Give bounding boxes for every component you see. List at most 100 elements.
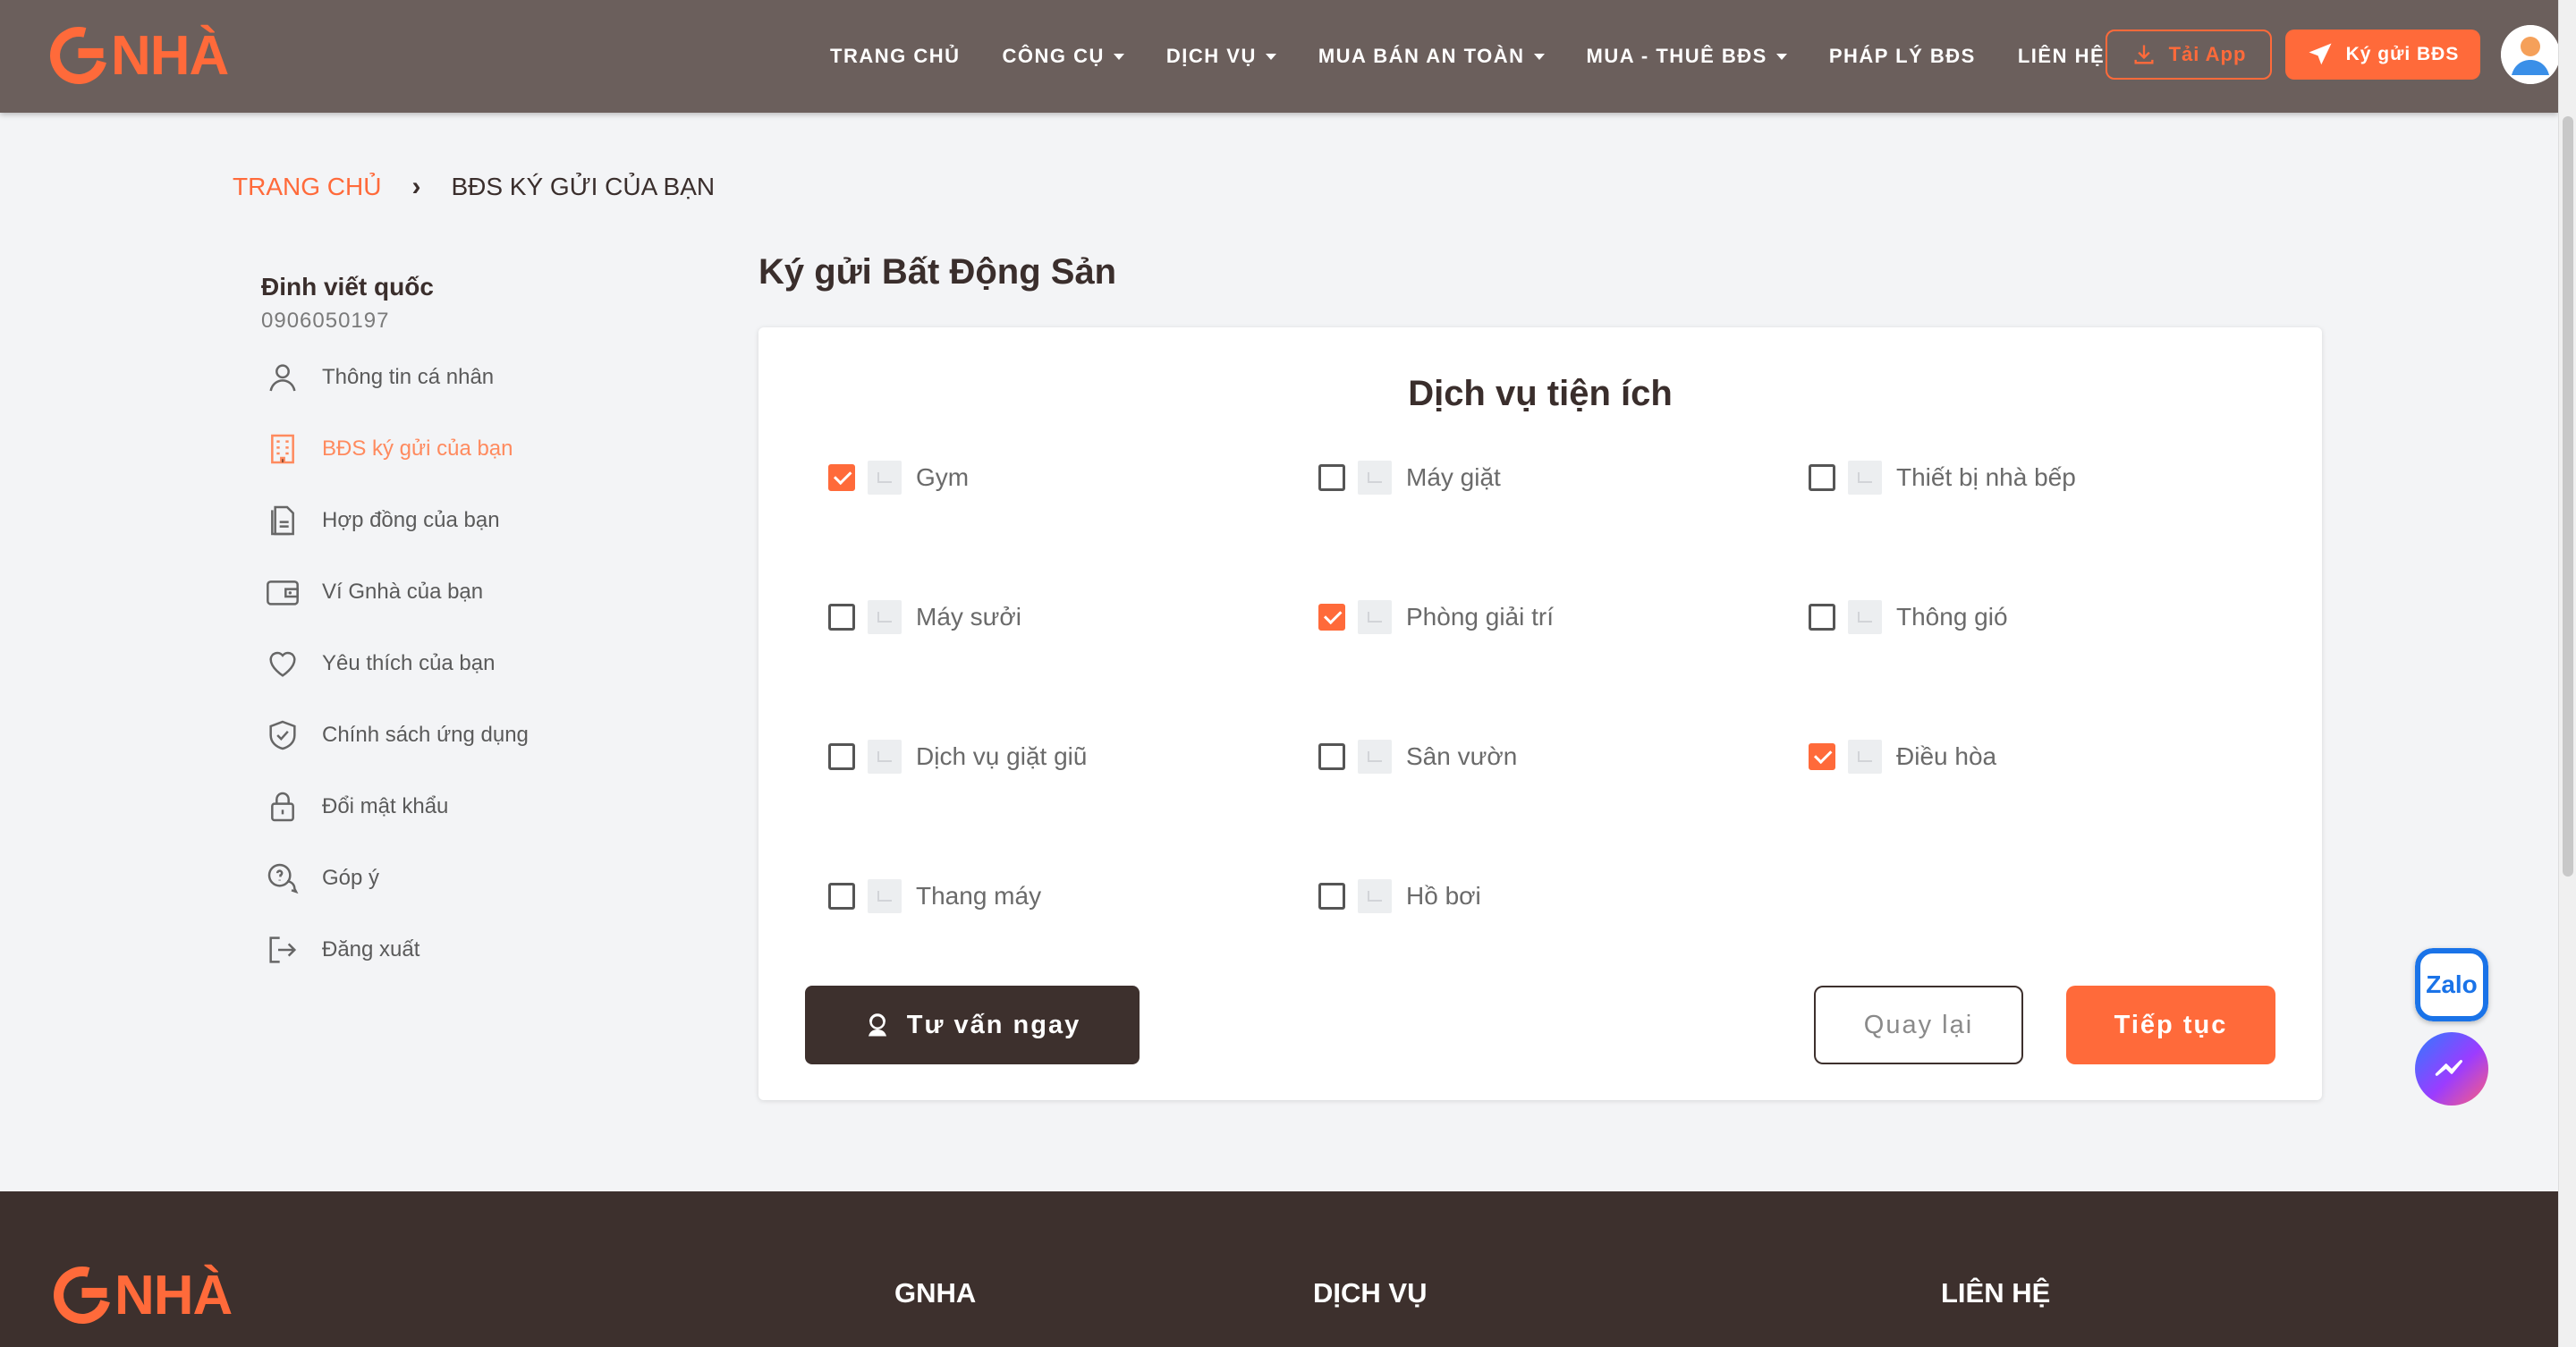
amenity-checkbox[interactable] [1318, 743, 1345, 770]
amenity-ventilation[interactable]: Thông gió [1809, 599, 2008, 635]
messenger-icon [2435, 1060, 2462, 1076]
sidebar-item-contracts[interactable]: Hợp đồng của bạn [261, 497, 500, 544]
send-icon [2309, 43, 2332, 65]
amenity-pool[interactable]: Hồ bơi [1318, 878, 1481, 914]
amenity-label: Sân vườn [1406, 742, 1518, 770]
caret-down-icon [1265, 53, 1276, 60]
image-placeholder-icon [1358, 600, 1392, 634]
amenity-label: Máy giặt [1406, 463, 1501, 491]
breadcrumb: TRANG CHỦ › BĐS KÝ GỬI CỦA BẠN [233, 172, 715, 202]
sidebar-item-profile[interactable]: Thông tin cá nhân [261, 354, 494, 401]
amenity-checkbox[interactable] [1809, 604, 1835, 631]
gnha-logo[interactable]: NHÀ [39, 16, 229, 95]
nav-safe-trade[interactable]: MUA BÁN AN TOÀN [1318, 45, 1545, 68]
nav-legal[interactable]: PHÁP LÝ BĐS [1829, 45, 1976, 68]
sidebar-item-wallet[interactable]: Ví Gnhà của bạn [261, 569, 483, 615]
amenity-laundry-service[interactable]: Dịch vụ giặt giũ [828, 739, 1087, 775]
user-name: Đinh viết quốc [261, 273, 434, 301]
sidebar-item-consigned[interactable]: BĐS ký gửi của bạn [261, 426, 513, 472]
amenity-checkbox[interactable] [828, 743, 855, 770]
nav-home[interactable]: TRANG CHỦ [830, 45, 961, 68]
amenity-air-conditioner[interactable]: Điều hòa [1809, 739, 1996, 775]
nav-contact-label: LIÊN HỆ [2017, 45, 2106, 67]
image-placeholder-icon [868, 740, 902, 774]
nav-home-label: TRANG CHỦ [830, 45, 961, 67]
image-placeholder-icon [1358, 879, 1392, 913]
footer-col-contact: LIÊN HỆ [1941, 1277, 2051, 1309]
amenity-checkbox[interactable] [1809, 743, 1835, 770]
nav-buy-rent[interactable]: MUA - THUÊ BĐS [1587, 45, 1787, 68]
user-phone: 0906050197 [261, 309, 390, 333]
amenity-checkbox[interactable] [1318, 604, 1345, 631]
page-scrollbar[interactable] [2558, 0, 2576, 1347]
sidebar-item-password[interactable]: Đổi mật khẩu [261, 784, 448, 830]
nav-contact[interactable]: LIÊN HỆ [2018, 45, 2105, 68]
nav-tools-label: CÔNG CỤ [1002, 45, 1105, 67]
consult-now-label: Tư vấn ngay [906, 1010, 1081, 1039]
amenity-checkbox[interactable] [1318, 883, 1345, 910]
amenity-checkbox[interactable] [828, 604, 855, 631]
sidebar-item-logout[interactable]: Đăng xuất [261, 927, 419, 973]
card-title: Dịch vụ tiện ích [1408, 374, 1673, 413]
sidebar-item-label: Ví Gnhà của bạn [322, 580, 484, 604]
amenity-elevator[interactable]: Thang máy [828, 878, 1041, 914]
user-icon [261, 356, 304, 399]
footer-logo[interactable]: NHÀ [43, 1256, 233, 1334]
continue-button[interactable]: Tiếp tục [2066, 986, 2275, 1064]
amenity-label: Điều hòa [1896, 742, 1997, 770]
amenity-checkbox[interactable] [828, 464, 855, 491]
logout-icon [261, 928, 304, 971]
consign-button[interactable]: Ký gửi BĐS [2285, 30, 2480, 80]
download-app-button[interactable]: Tải App [2106, 30, 2272, 80]
nav-tools[interactable]: CÔNG CỤ [1003, 45, 1124, 68]
amenity-garden[interactable]: Sân vườn [1318, 739, 1517, 775]
sidebar-item-label: Hợp đồng của bạn [322, 508, 500, 532]
amenity-label: Thang máy [916, 882, 1042, 910]
image-placeholder-icon [1358, 461, 1392, 495]
sidebar-item-feedback[interactable]: Góp ý [261, 855, 379, 902]
amenity-label: Máy sưởi [916, 603, 1022, 631]
avatar-icon [2501, 25, 2560, 84]
amenity-kitchen-appliances[interactable]: Thiết bị nhà bếp [1809, 460, 2076, 496]
sidebar-item-label: Góp ý [322, 866, 380, 890]
amenity-gym[interactable]: Gym [828, 460, 969, 496]
sidebar-item-policy[interactable]: Chính sách ứng dụng [261, 712, 529, 758]
amenity-label: Thông gió [1896, 603, 2008, 631]
amenity-checkbox[interactable] [828, 883, 855, 910]
amenity-checkbox[interactable] [1809, 464, 1835, 491]
amenity-checkbox[interactable] [1318, 464, 1345, 491]
caret-down-icon [1113, 53, 1124, 60]
lock-icon [261, 785, 304, 828]
image-placeholder-icon [1848, 600, 1882, 634]
nav-buy-rent-label: MUA - THUÊ BĐS [1586, 45, 1767, 67]
image-placeholder-icon [1848, 740, 1882, 774]
amenities-card: Dịch vụ tiện ích Gym Máy giặt Thiết bị n… [758, 327, 2322, 1100]
nav-safe-trade-label: MUA BÁN AN TOÀN [1318, 45, 1525, 67]
logo-g-mark [43, 1256, 122, 1334]
caret-down-icon [1775, 53, 1787, 60]
zalo-chat-button[interactable]: Zalo [2415, 948, 2488, 1021]
image-placeholder-icon [868, 879, 902, 913]
amenity-washing-machine[interactable]: Máy giặt [1318, 460, 1501, 496]
building-icon [261, 428, 304, 470]
sidebar-item-label: BĐS ký gửi của bạn [322, 436, 513, 461]
amenity-entertainment-room[interactable]: Phòng giải trí [1318, 599, 1554, 635]
sidebar-item-label: Thông tin cá nhân [322, 365, 495, 389]
contract-icon [261, 499, 304, 542]
scrollbar-thumb[interactable] [2563, 116, 2573, 877]
user-avatar[interactable] [2501, 25, 2560, 84]
amenity-label: Dịch vụ giặt giũ [916, 742, 1088, 770]
nav-services[interactable]: DỊCH VỤ [1166, 45, 1276, 68]
footer: NHÀ [0, 1191, 2558, 1347]
image-placeholder-icon [868, 461, 902, 495]
consult-now-button[interactable]: Tư vấn ngay [805, 986, 1140, 1064]
consign-label: Ký gửi BĐS [2345, 44, 2460, 64]
back-button[interactable]: Quay lại [1814, 986, 2023, 1064]
sidebar-item-favorites[interactable]: Yêu thích của bạn [261, 640, 495, 687]
breadcrumb-home[interactable]: TRANG CHỦ [233, 173, 381, 201]
sidebar-item-label: Đổi mật khẩu [322, 794, 449, 818]
logo-g-mark [39, 16, 118, 95]
amenity-heater[interactable]: Máy sưởi [828, 599, 1021, 635]
messenger-chat-button[interactable] [2415, 1032, 2488, 1106]
amenity-label: Hồ bơi [1406, 882, 1481, 910]
